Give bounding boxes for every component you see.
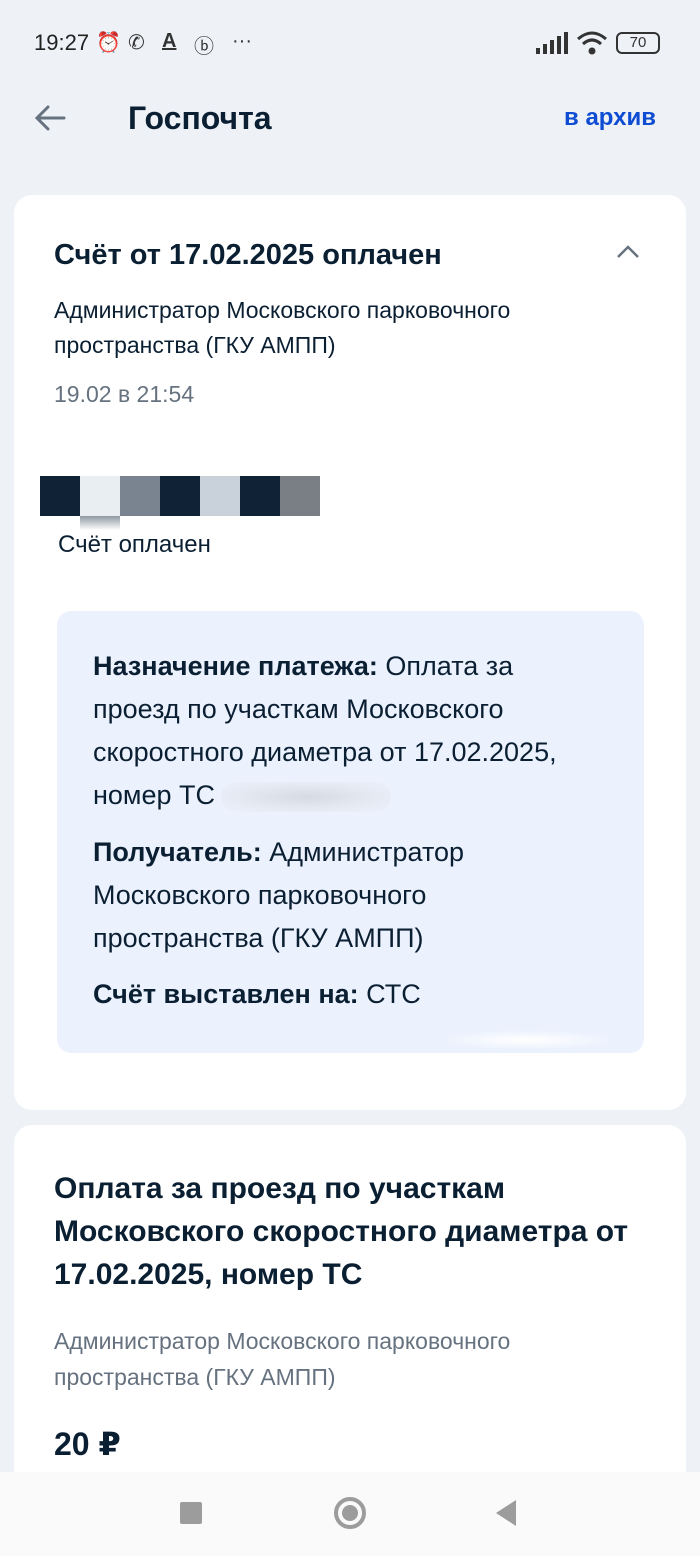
battery-icon: 70 (616, 32, 660, 54)
archive-button[interactable]: в архив (564, 104, 656, 132)
payment-details: Назначение платежа: Оплата за проезд по … (57, 611, 644, 1053)
a-icon: A (162, 30, 177, 52)
redacted-plate (221, 781, 392, 812)
back-arrow-icon[interactable] (30, 96, 74, 140)
b-icon: ⓑ (194, 36, 214, 58)
payment-title: Оплата за проезд по участкам Московского… (54, 1172, 629, 1291)
paid-status: Счёт оплачен (58, 531, 211, 558)
issued-detail: Счёт выставлен на: СТС (93, 973, 603, 1016)
chevron-up-icon[interactable] (614, 241, 642, 261)
issued-label: Счёт выставлен на: (93, 979, 359, 1009)
stamp-pixel (160, 476, 200, 516)
redacted-number (447, 1031, 607, 1049)
system-nav-bar (0, 1472, 700, 1556)
recent-apps-icon[interactable] (180, 1502, 202, 1524)
stamp-pixel (120, 476, 160, 516)
home-icon[interactable] (334, 1497, 366, 1529)
paid-stamp-icon (40, 476, 320, 516)
wifi-icon (577, 31, 607, 55)
payment-card[interactable]: Оплата за проезд по участкам Московского… (14, 1125, 686, 1485)
recipient-detail: Получатель: Администратор Московского па… (93, 831, 603, 960)
status-time: 19:27 (34, 30, 90, 55)
status-bar: 19:27 ⏰ ✆ A ⓑ ··· 70 (0, 0, 700, 86)
page-title: Госпочта (128, 100, 272, 136)
recipient-label: Получатель: (93, 837, 262, 867)
payment-sender: Администратор Московского парковочного п… (54, 1328, 511, 1390)
paid-stamp-icon-tail (80, 516, 120, 530)
whatsapp-icon: ✆ (128, 32, 145, 54)
issued-value: СТС (366, 979, 421, 1009)
purpose-detail: Назначение платежа: Оплата за проезд по … (93, 645, 603, 817)
stamp-pixel (40, 476, 80, 516)
nav-back-icon[interactable] (496, 1500, 516, 1526)
invoice-date: 19.02 в 21:54 (54, 381, 195, 407)
header: Госпочта в архив (0, 86, 700, 166)
payment-amount: 20 ₽ (54, 1426, 121, 1462)
signal-icon (536, 32, 568, 54)
invoice-sender: Администратор Московского парковочного п… (54, 297, 511, 358)
stamp-pixel (80, 476, 120, 516)
invoice-card: Счёт от 17.02.2025 оплачен Администратор… (14, 195, 686, 1110)
more-icon: ··· (232, 30, 252, 52)
stamp-pixel (240, 476, 280, 516)
stamp-pixel (280, 476, 320, 516)
alarm-icon: ⏰ (96, 32, 121, 54)
stamp-pixel (200, 476, 240, 516)
purpose-label: Назначение платежа: (93, 651, 378, 681)
invoice-title[interactable]: Счёт от 17.02.2025 оплачен (54, 239, 442, 272)
